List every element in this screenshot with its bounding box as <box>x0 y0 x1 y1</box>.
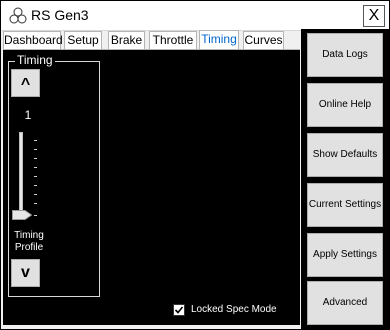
slider-tick <box>34 185 37 186</box>
timing-value: 1 <box>24 108 32 122</box>
caret-up-icon: ^ <box>20 76 31 93</box>
apply-settings-button[interactable]: Apply Settings <box>307 233 383 277</box>
app-logo-icon <box>9 7 27 24</box>
title-bar: RS Gen3 X <box>1 1 389 31</box>
close-button[interactable]: X <box>363 5 385 27</box>
slider-tick <box>34 203 37 204</box>
show-defaults-button[interactable]: Show Defaults <box>307 133 383 177</box>
tab-brake[interactable]: Brake <box>108 31 145 49</box>
window-title: RS Gen3 <box>31 7 89 23</box>
app-window: RS Gen3 X Dashboard Setup Brake Throttle… <box>0 0 390 330</box>
timing-down-button[interactable]: v <box>11 259 40 287</box>
tab-dashboard[interactable]: Dashboard <box>3 31 63 49</box>
data-logs-button[interactable]: Data Logs <box>307 33 383 77</box>
timing-group: Timing ^ 1 Timing Profile v <box>8 53 100 297</box>
slider-tick <box>34 167 37 168</box>
timing-profile-label-line2: Profile <box>14 242 44 253</box>
slider-tick <box>34 158 37 159</box>
timing-profile-label: Timing Profile <box>11 230 47 254</box>
slider-tick <box>34 194 37 195</box>
tab-curves[interactable]: Curves <box>243 31 284 49</box>
caret-down-icon: v <box>21 264 30 281</box>
timing-slider-thumb[interactable] <box>12 210 32 220</box>
locked-spec-mode-checkbox[interactable] <box>173 304 185 316</box>
slider-tick <box>34 149 37 150</box>
slider-tick <box>34 176 37 177</box>
timing-panel: Timing ^ 1 Timing Profile v Locked Spec … <box>3 49 300 325</box>
timing-group-title: Timing <box>15 53 55 67</box>
online-help-button[interactable]: Online Help <box>307 83 383 127</box>
timing-profile-label-line1: Timing <box>14 230 44 241</box>
slider-tick <box>34 140 37 141</box>
timing-up-button[interactable]: ^ <box>11 69 40 97</box>
locked-spec-mode-label: Locked Spec Mode <box>191 304 277 315</box>
tab-strip: Dashboard Setup Brake Throttle Timing Cu… <box>3 30 300 49</box>
advanced-button[interactable]: Advanced <box>307 281 383 325</box>
checkmark-icon <box>174 306 184 314</box>
slider-tick <box>34 215 37 216</box>
current-settings-button[interactable]: Current Settings <box>307 183 383 227</box>
tab-timing[interactable]: Timing <box>199 30 239 49</box>
timing-slider-track[interactable] <box>19 132 23 220</box>
tab-setup[interactable]: Setup <box>64 31 102 49</box>
tab-throttle[interactable]: Throttle <box>149 31 197 49</box>
action-sidebar: Data Logs Online Help Show Defaults Curr… <box>301 29 389 329</box>
close-icon: X <box>368 7 380 24</box>
